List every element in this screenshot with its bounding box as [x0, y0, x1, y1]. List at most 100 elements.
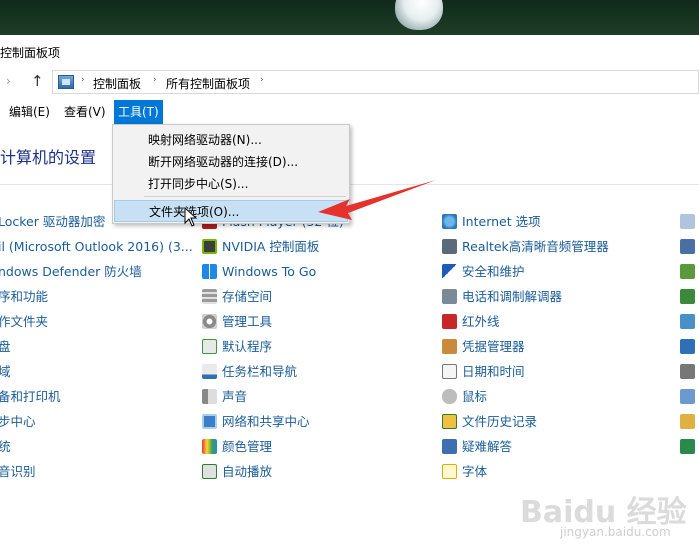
control-panel-icon: [58, 75, 74, 89]
item-phone-modem[interactable]: 电话和调制解调器: [442, 287, 562, 307]
col4-item-icon[interactable]: [680, 237, 699, 257]
menu-folder-options[interactable]: 文件夹选项(O)...: [114, 200, 348, 222]
item-keyboard[interactable]: 盘: [0, 337, 11, 357]
baidu-watermark-url: jingyan.baidu.com: [560, 525, 671, 539]
keyboard-label: 盘: [0, 339, 11, 354]
col4-item-icon[interactable]: [680, 412, 699, 432]
item-sound[interactable]: 声音: [202, 387, 247, 407]
internet-options-icon: [442, 214, 457, 229]
nvidia-icon: [202, 239, 217, 254]
menu-disconnect-network-drive[interactable]: 断开网络驱动器的连接(D)...: [114, 151, 348, 173]
file-history-label: 文件历史记录: [462, 414, 538, 429]
item-infrared[interactable]: 红外线: [442, 312, 500, 332]
phone-modem-icon: [442, 289, 457, 304]
item-internet-options[interactable]: Internet 选项: [442, 212, 541, 232]
item-sync-center[interactable]: 步中心: [0, 412, 36, 432]
partial-item-icon: [680, 214, 695, 229]
item-devices-printers[interactable]: 备和打印机: [0, 387, 61, 407]
col4-item-icon[interactable]: [680, 437, 699, 457]
default-programs-icon: [202, 339, 217, 354]
programs-label: 序和功能: [0, 289, 49, 304]
desktop-wallpaper: [0, 0, 699, 35]
autoplay-label: 自动播放: [222, 464, 273, 479]
item-credential[interactable]: 凭据管理器: [442, 337, 525, 357]
item-fonts[interactable]: 字体: [442, 462, 487, 482]
menu-bar: 编辑(E) 查看(V) 工具(T): [0, 100, 699, 124]
col4-item-icon[interactable]: [680, 312, 699, 332]
col4-item-icon[interactable]: [680, 337, 699, 357]
breadcrumb-control-panel[interactable]: 控制面板: [93, 75, 141, 92]
mouse-label: 鼠标: [462, 389, 488, 404]
item-mail[interactable]: il (Microsoft Outlook 2016) (3...: [0, 237, 193, 257]
windows-to-go-icon: [202, 264, 217, 279]
breadcrumb-separator-icon[interactable]: ›: [81, 75, 85, 85]
autoplay-icon: [202, 464, 217, 479]
mouse-cursor-icon: [184, 207, 198, 227]
date-time-icon: [442, 364, 457, 379]
item-default-programs[interactable]: 默认程序: [202, 337, 272, 357]
item-autoplay[interactable]: 自动播放: [202, 462, 272, 482]
item-storage-spaces[interactable]: 存储空间: [202, 287, 272, 307]
sound-icon: [202, 389, 217, 404]
devices-printers-label: 备和打印机: [0, 389, 61, 404]
flower-image: [395, 0, 443, 30]
partial-item-icon: [680, 414, 695, 429]
item-date-time[interactable]: 日期和时间: [442, 362, 525, 382]
item-mouse[interactable]: 鼠标: [442, 387, 487, 407]
speech-label: 音识别: [0, 464, 36, 479]
col4-item-icon[interactable]: [680, 287, 699, 307]
item-admin-tools[interactable]: 管理工具: [202, 312, 272, 332]
admin-tools-label: 管理工具: [222, 314, 273, 329]
item-firewall[interactable]: ndows Defender 防火墙: [0, 262, 142, 282]
sound-label: 声音: [222, 389, 248, 404]
realtek-label: Realtek高清晰音频管理器: [462, 239, 609, 254]
menu-tools[interactable]: 工具(T): [114, 100, 163, 124]
address-bar[interactable]: › 控制面板 › 所有控制面板项 ›: [52, 70, 699, 94]
partial-item-icon: [680, 264, 695, 279]
storage-spaces-icon: [202, 289, 217, 304]
item-system[interactable]: 统: [0, 437, 11, 457]
col4-item-icon[interactable]: [680, 362, 699, 382]
item-speech[interactable]: 音识别: [0, 462, 36, 482]
security-label: 安全和维护: [462, 264, 525, 279]
partial-item-icon: [680, 364, 695, 379]
region-label: 域: [0, 364, 11, 379]
col4-item-icon[interactable]: [680, 212, 699, 232]
realtek-icon: [442, 239, 457, 254]
col4-item-icon[interactable]: [680, 262, 699, 282]
item-file-history[interactable]: 文件历史记录: [442, 412, 537, 432]
breadcrumb-separator-icon[interactable]: ›: [153, 75, 157, 85]
item-work-folders[interactable]: 作文件夹: [0, 312, 48, 332]
annotation-arrow-icon: [318, 180, 436, 220]
menu-map-network-drive[interactable]: 映射网络驱动器(N)...: [114, 129, 348, 151]
network-label: 网络和共享中心: [222, 414, 310, 429]
item-security[interactable]: 安全和维护: [442, 262, 525, 282]
menu-edit[interactable]: 编辑(E): [5, 100, 54, 124]
infrared-label: 红外线: [462, 314, 500, 329]
col4-item-icon[interactable]: [680, 387, 699, 407]
menu-open-sync-center[interactable]: 打开同步中心(S)...: [114, 173, 348, 195]
item-realtek[interactable]: Realtek高清晰音频管理器: [442, 237, 609, 257]
nvidia-label: NVIDIA 控制面板: [222, 239, 320, 254]
item-troubleshoot[interactable]: 疑难解答: [442, 437, 512, 457]
item-taskbar[interactable]: 任务栏和导航: [202, 362, 297, 382]
item-nvidia[interactable]: NVIDIA 控制面板: [202, 237, 319, 257]
default-programs-label: 默认程序: [222, 339, 273, 354]
phone-modem-label: 电话和调制解调器: [462, 289, 563, 304]
file-history-icon: [442, 414, 457, 429]
up-arrow-icon[interactable]: ↑: [31, 72, 44, 90]
item-windows-to-go[interactable]: Windows To Go: [202, 262, 316, 282]
forward-icon[interactable]: ›: [6, 74, 11, 88]
item-color-management[interactable]: 颜色管理: [202, 437, 272, 457]
date-time-label: 日期和时间: [462, 364, 525, 379]
item-region[interactable]: 域: [0, 362, 11, 382]
item-network[interactable]: 网络和共享中心: [202, 412, 310, 432]
item-bitlocker[interactable]: Locker 驱动器加密: [0, 212, 105, 232]
menu-view[interactable]: 查看(V): [60, 100, 110, 124]
partial-item-icon: [680, 389, 695, 404]
infrared-icon: [442, 314, 457, 329]
item-programs[interactable]: 序和功能: [0, 287, 48, 307]
troubleshoot-label: 疑难解答: [462, 439, 513, 454]
breadcrumb-all-items[interactable]: 所有控制面板项: [166, 75, 250, 92]
breadcrumb-separator-icon[interactable]: ›: [260, 75, 264, 85]
